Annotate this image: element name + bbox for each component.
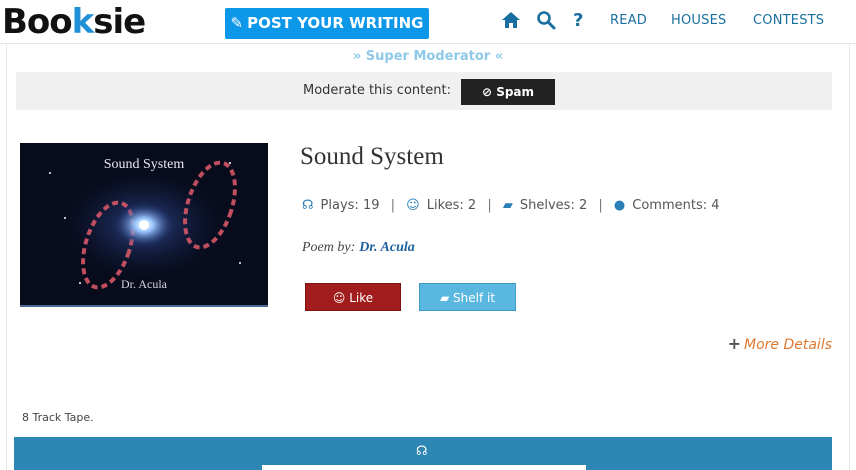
stats-separator: | xyxy=(390,198,396,213)
smiley-icon: ☺ xyxy=(406,198,420,213)
headphones-icon: ☊ xyxy=(302,198,314,213)
comments-count[interactable]: Comments: 4 xyxy=(632,198,719,213)
cover-author: Dr. Acula xyxy=(121,277,167,291)
byline: Poem by: Dr. Acula xyxy=(302,240,415,255)
help-icon[interactable]: ? xyxy=(573,10,587,32)
nav-read[interactable]: READ xyxy=(610,13,647,28)
book-icon: ▰ xyxy=(502,198,513,213)
likes-count: Likes: 2 xyxy=(426,198,477,213)
pencil-icon: ✎ xyxy=(230,14,244,32)
work-stats: ☊ Plays: 19 | ☺ Likes: 2 | ▰ Shelves: 2 | ●… xyxy=(302,198,720,213)
cover-title: Sound System xyxy=(103,157,185,172)
smiley-icon: ☺ xyxy=(332,291,346,305)
headphones-icon: ☊ xyxy=(416,444,428,459)
shelves-count: Shelves: 2 xyxy=(519,198,588,213)
book-icon: ▰ xyxy=(439,291,450,305)
audio-player-track[interactable] xyxy=(262,465,586,470)
spam-button[interactable]: ⊘ Spam xyxy=(461,79,555,105)
comment-icon: ● xyxy=(613,198,626,213)
home-icon[interactable] xyxy=(501,10,521,32)
plus-icon: + xyxy=(727,334,741,353)
search-icon[interactable] xyxy=(536,10,556,32)
moderate-label: Moderate this content: xyxy=(303,83,451,98)
like-button[interactable]: ☺ Like xyxy=(305,283,401,311)
super-moderator-label: » Super Moderator « xyxy=(352,49,504,64)
site-header: Booksie ✎ POST YOUR WRITING ? READ HOUSES… xyxy=(0,0,856,44)
booksie-logo[interactable]: Booksie xyxy=(2,2,146,42)
content-border-right xyxy=(849,44,850,470)
shelf-it-button[interactable]: ▰ Shelf it xyxy=(419,283,516,311)
author-link[interactable]: Dr. Acula xyxy=(359,240,415,255)
audio-player-bar: ☊ xyxy=(14,437,832,470)
plays-count: Plays: 19 xyxy=(320,198,380,213)
moderation-bar: Moderate this content: ⊘ Spam xyxy=(16,72,832,110)
ban-icon: ⊘ xyxy=(481,85,493,99)
post-writing-button[interactable]: ✎ POST YOUR WRITING xyxy=(225,8,429,39)
cover-image: Sound System Dr. Acula xyxy=(20,143,268,307)
stats-separator: | xyxy=(487,198,492,213)
nav-contests[interactable]: CONTESTS xyxy=(753,13,824,28)
work-title: Sound System xyxy=(300,143,444,170)
work-description: 8 Track Tape. xyxy=(22,411,94,424)
stats-separator: | xyxy=(598,198,603,213)
content-border-left xyxy=(6,44,7,470)
nav-houses[interactable]: HOUSES xyxy=(671,13,726,28)
more-details-link[interactable]: + More Details xyxy=(728,334,832,353)
